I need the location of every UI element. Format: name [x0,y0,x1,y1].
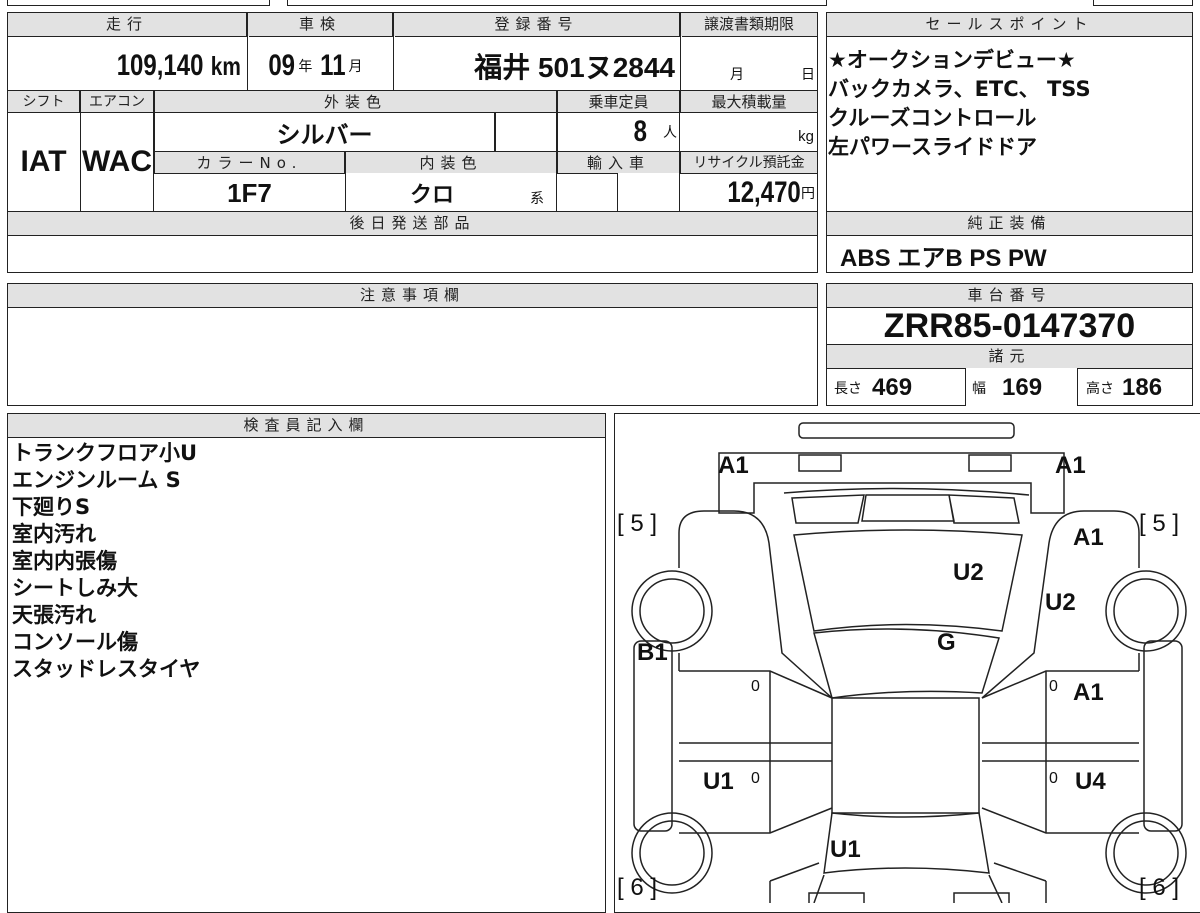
damage-mark: U1 [703,768,734,795]
capacity-label: 乗車定員 [557,90,680,113]
damage-mark: A1 [718,452,749,479]
transfer-deadline-value: 月日 [730,66,815,82]
import-label: 輸入車 [557,151,680,174]
specs-label: 諸元 [826,344,1193,369]
recycle-label: リサイクル預託金 [680,151,818,174]
tread-value: 0 [751,678,760,695]
tire-label: [ 5 ] [1139,510,1180,537]
spec-height: 高さ 186 [1086,374,1163,401]
interior-color-value: クロ [410,182,455,207]
capacity-value: 8人 [633,115,677,148]
recycle-value: 12,470 円 [727,176,815,209]
tread-value: 0 [1049,678,1058,695]
damage-mark: U2 [1045,589,1076,616]
shift-label: シフト [7,90,80,113]
mileage-label: 走行 [7,12,247,37]
damage-mark: A1 [1073,524,1104,551]
damage-mark: A1 [1073,679,1104,706]
damage-mark: G [937,629,956,656]
car-diagram: A1 A1 A1 U2 U2 G B1 A1 U1 U4 U1 [ 5 ] [ … [614,413,1200,913]
aircon-label: エアコン [80,90,154,113]
equipment-value: ABS エアB PS PW [840,244,1047,272]
sales-points-label: セールスポイント [826,12,1193,37]
inspector-list: トランクフロア小U エンジンルーム S 下廻りS 室内汚れ 室内内張傷 シートしみ大 天張汚… [12,441,201,681]
top-strip-cell [7,0,270,6]
damage-mark: U2 [953,559,984,586]
max-load-label: 最大積載量 [680,90,818,113]
inspector-label: 検査員記入欄 [7,413,606,438]
exterior-color-value: シルバー [276,121,373,149]
later-parts-label: 後日発送部品 [7,211,818,236]
max-load-unit: kg [798,127,814,145]
top-strip-cell [1093,0,1193,6]
color-no-label: カラーNo. [154,151,345,174]
damage-mark: U4 [1075,768,1106,795]
spec-width: 幅 169 [972,374,1043,401]
transfer-deadline-label: 譲渡書類期限 [680,12,818,37]
tread-value: 0 [751,770,760,787]
notes-label: 注意事項欄 [7,283,818,308]
tread-value: 0 [1049,770,1058,787]
shaken-value: 09 年 11 月 [268,49,363,82]
damage-mark: A1 [1055,452,1086,479]
chassis-value: ZRR85-0147370 [883,306,1136,345]
tire-label: [ 5 ] [617,510,658,537]
car-outline-icon [631,422,1187,903]
tire-label: [ 6 ] [617,874,658,901]
top-strip-cell [287,0,827,6]
interior-color-suffix: 系 [530,190,544,206]
shaken-label: 車検 [247,12,393,37]
exterior-color-label: 外装色 [154,90,557,113]
registration-label: 登録番号 [393,12,680,37]
sales-points-list: ★オークションデビュー★ バックカメラ、ETC、 TSS クルーズコントロール 左パワ… [828,48,1091,159]
damage-mark: U1 [830,836,861,863]
shift-value: IAT [20,145,67,178]
interior-color-label: 内装色 [345,151,557,174]
mileage-value: 109,140 km [116,49,242,82]
damage-mark: B1 [637,639,668,666]
tire-label: [ 6 ] [1139,874,1180,901]
aircon-value: WAC [82,145,152,178]
spec-length: 長さ 469 [834,374,913,401]
registration-value: 福井 501ヌ2844 [474,52,675,83]
color-no-value: 1F7 [227,177,272,208]
equipment-label: 純正装備 [826,211,1193,236]
chassis-label: 車台番号 [826,283,1193,308]
